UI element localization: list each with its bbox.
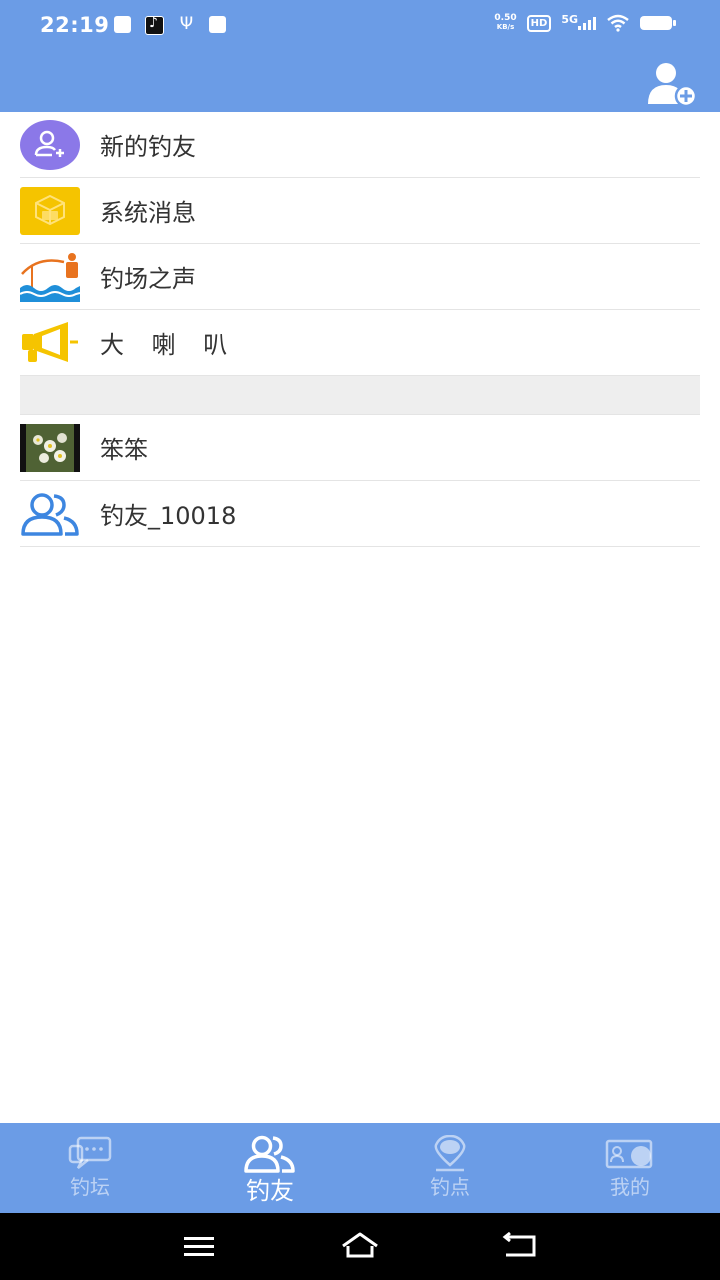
megaphone-icon [22,321,78,362]
avatar [20,423,80,473]
mail-icon [209,16,226,33]
list-item-label: 钓场之声 [100,265,196,293]
app-header [0,56,720,112]
add-friend-button[interactable] [646,60,698,108]
status-indicators: 0.50 KB/s HD 5G [494,12,676,32]
tiktok-icon [145,15,164,35]
system-nav-bar [0,1213,720,1280]
list-item-label: 笨笨 [100,436,148,464]
list-item-label: 新的钓友 [100,133,196,161]
home-button[interactable] [340,1229,380,1263]
list-item-label: 大 喇 叭 [100,331,238,359]
tab-forum[interactable]: 钓坛 [0,1123,180,1213]
back-icon [502,1231,536,1257]
notification-icons: Ψ [114,14,226,35]
friends-list: 新的钓友 系统消息 钓场之声 大 喇 叭 笨笨 钓友_10018 [20,112,700,547]
section-divider [20,376,700,415]
network-type: 5G [561,12,578,26]
bottom-tab-bar: 钓坛 钓友 钓点 我的 [0,1123,720,1213]
new-friend-icon [20,119,80,170]
forum-icon [68,1136,112,1169]
add-friend-icon [648,63,698,108]
signal-icon [578,16,596,30]
list-item-label: 系统消息 [100,199,196,227]
tab-label: 我的 [610,1175,650,1199]
list-item-new-friends[interactable]: 新的钓友 [20,112,700,178]
list-item-system-messages[interactable]: 系统消息 [20,178,700,244]
friends-icon [244,1135,295,1173]
back-button[interactable] [500,1229,540,1263]
photo-avatar [20,423,80,472]
group-icon [21,492,79,536]
wifi-icon [607,14,629,32]
tab-friends[interactable]: 钓友 [180,1123,360,1213]
tab-label: 钓点 [430,1175,470,1199]
status-time: 22:19 [40,13,110,37]
status-bar: 22:19 Ψ 0.50 KB/s HD 5G [0,0,720,56]
usb-icon: Ψ [179,14,194,34]
tab-label: 钓友 [246,1177,294,1205]
list-item-label: 钓友_10018 [100,502,237,530]
list-item-contact-benben[interactable]: 笨笨 [20,415,700,481]
avatar [20,318,80,368]
profile-card-icon [605,1139,653,1169]
tab-mine[interactable]: 我的 [540,1123,720,1213]
home-icon [342,1232,378,1258]
list-item-contact-10018[interactable]: 钓友_10018 [20,481,700,547]
tab-label: 钓坛 [70,1175,110,1199]
net-speed: 0.50 KB/s [494,13,517,32]
battery-icon [640,16,676,30]
fishing-ground-icon [20,252,80,302]
location-icon [434,1135,466,1172]
menu-button[interactable] [180,1229,220,1263]
list-item-fishing-ground[interactable]: 钓场之声 [20,244,700,310]
tab-spots[interactable]: 钓点 [360,1123,540,1213]
menu-icon [184,1237,214,1256]
hd-badge: HD [526,14,552,32]
system-message-icon [20,186,80,235]
list-item-megaphone[interactable]: 大 喇 叭 [20,310,700,376]
avatar [20,252,80,302]
message-notification-icon [114,16,131,33]
avatar [20,186,80,236]
avatar [20,489,80,539]
avatar [20,119,80,170]
